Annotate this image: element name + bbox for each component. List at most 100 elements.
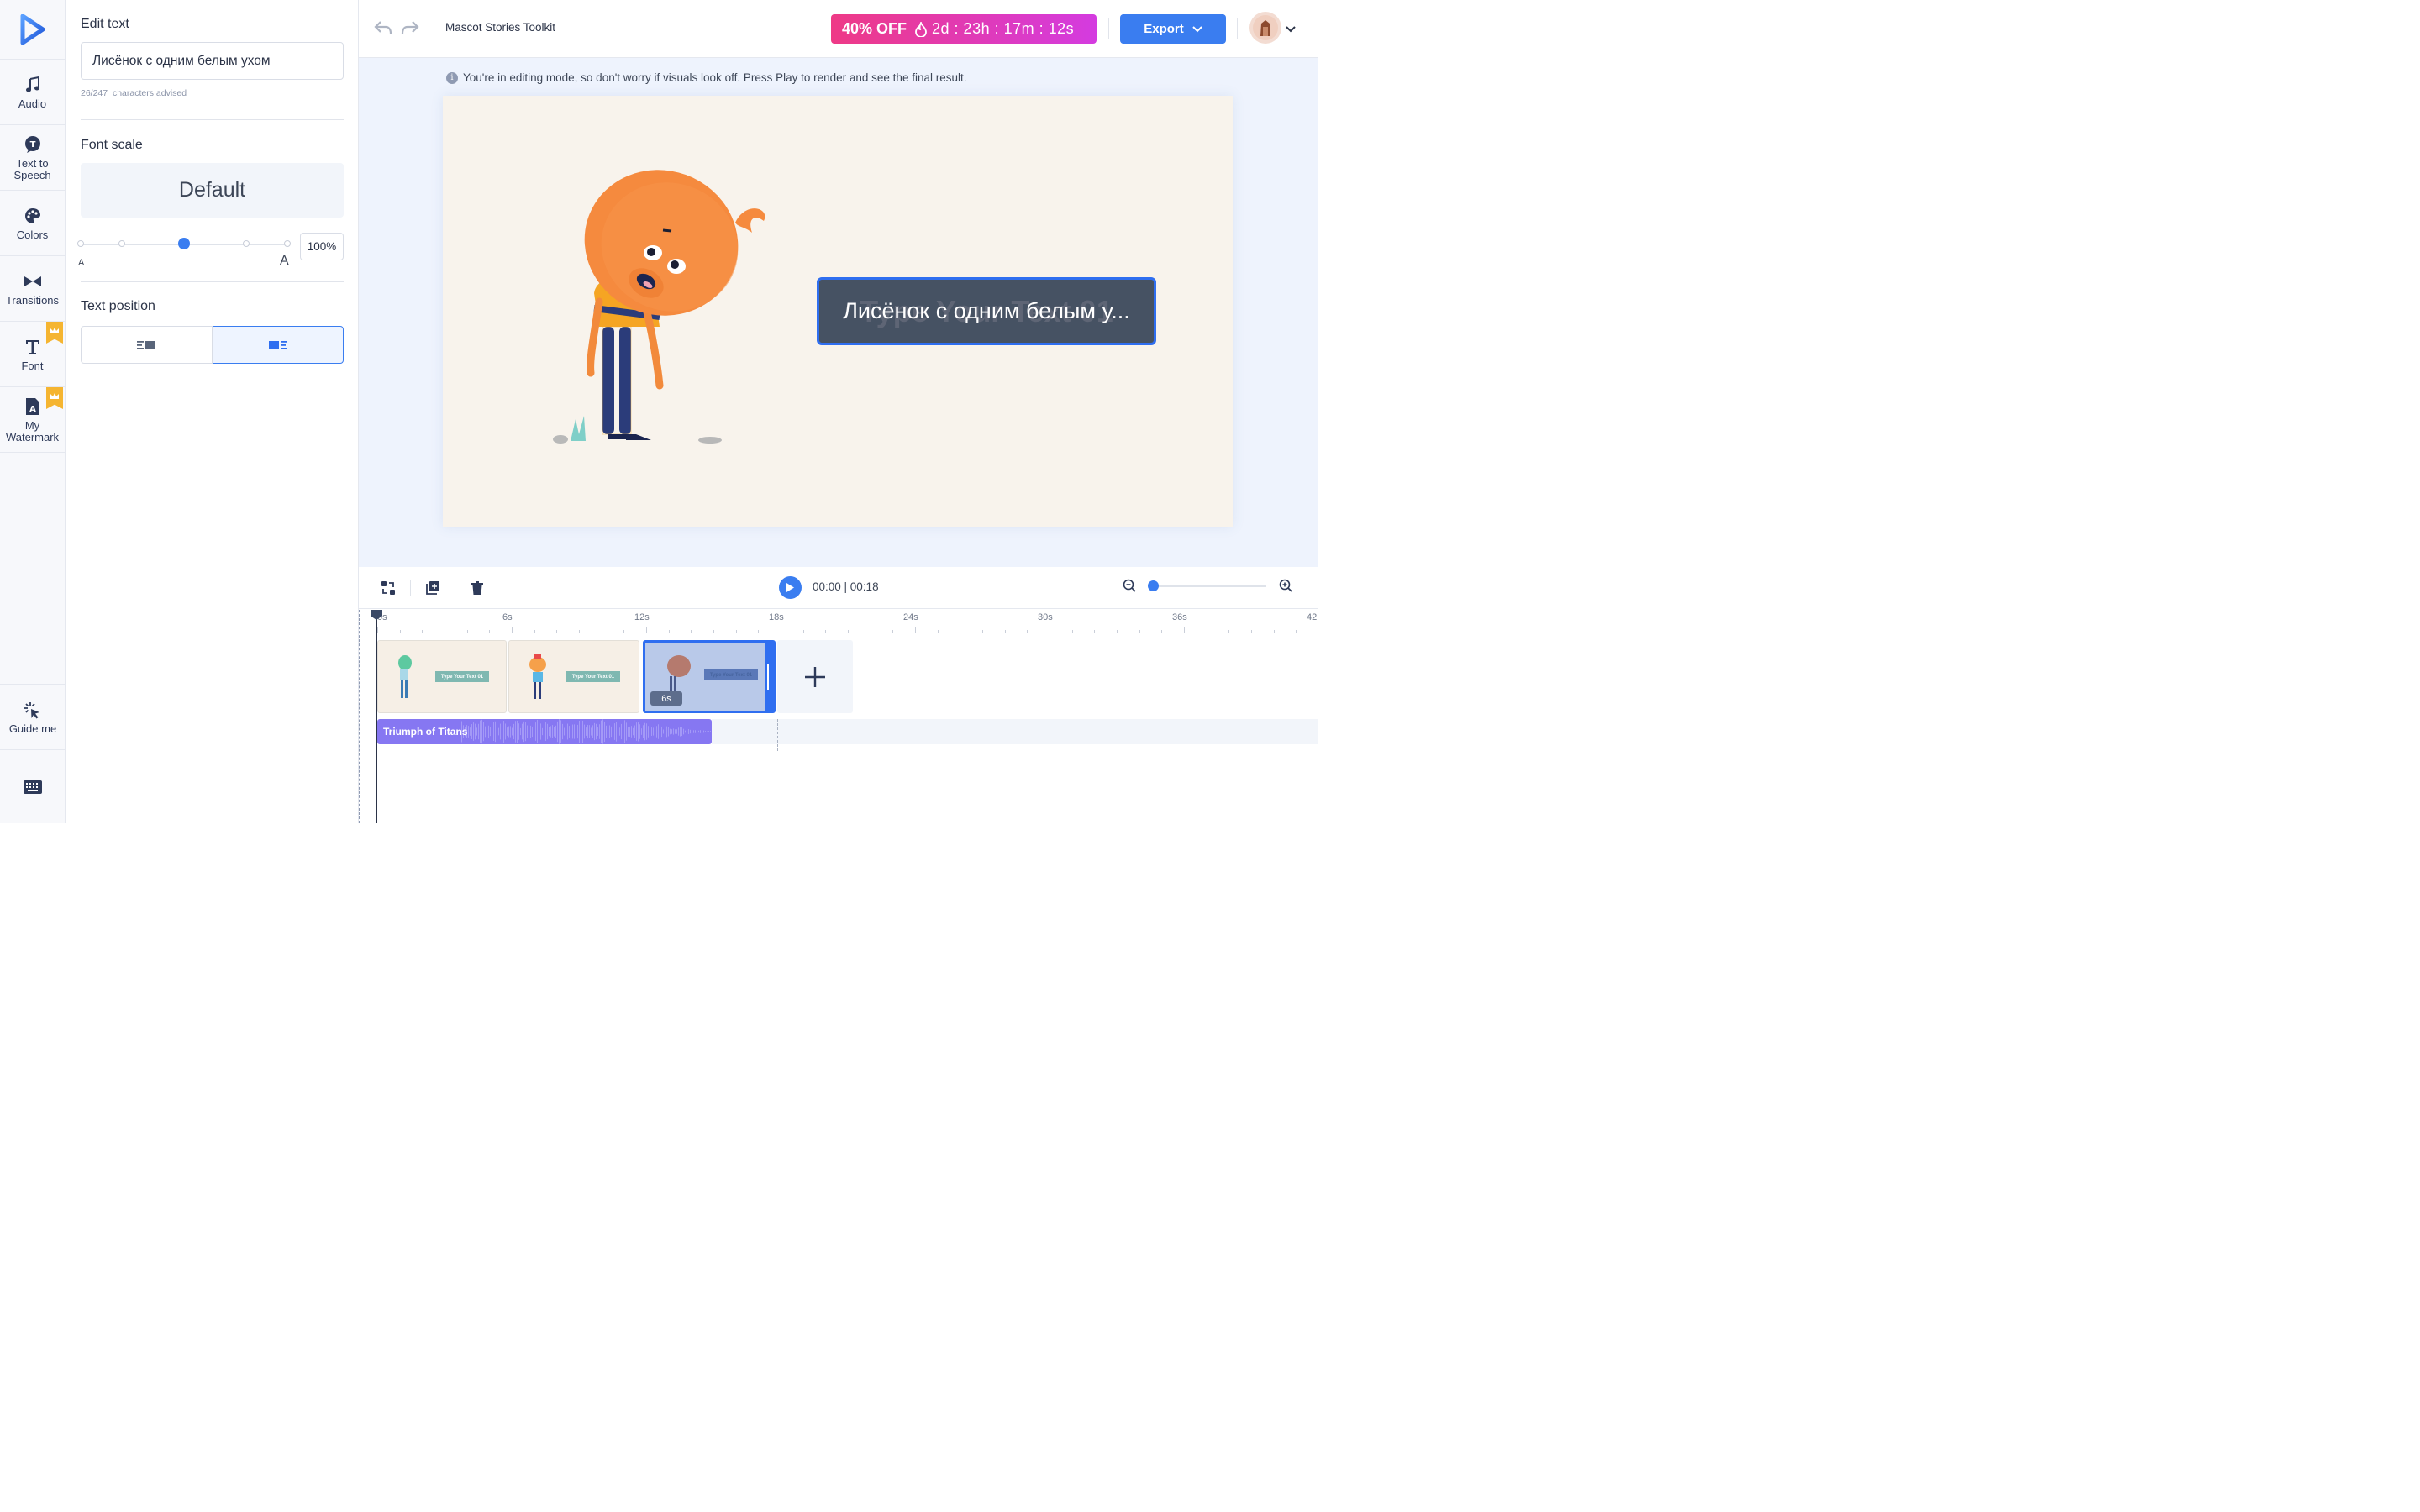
bowtie-transition-icon [24,270,42,292]
clip-thumbnail [398,655,412,698]
text-right-layout-icon [268,340,287,349]
rail-item-font[interactable]: Font [0,322,65,387]
rail-item-audio[interactable]: Audio [0,60,65,125]
rail-item-transitions[interactable]: Transitions [0,256,65,322]
promo-countdown: 2d : 23h : 17m : 12s [932,20,1075,37]
svg-text:A: A [29,405,36,414]
rail-label-text-to-speech: Text to Speech [13,157,51,181]
zoom-out-icon[interactable] [1123,579,1136,592]
app-logo[interactable] [0,0,65,60]
plus-icon [805,666,825,687]
rail-label-transitions: Transitions [5,294,60,307]
scene-clip-selected[interactable]: Type Your Text 01 6s [643,640,776,713]
zoom-in-icon[interactable] [1279,579,1292,592]
top-bar: Mascot Stories Toolkit 40% OFF 2d : 23h … [359,0,1318,58]
fire-icon [915,21,927,37]
zoom-slider[interactable] [1148,580,1266,591]
text-position-left-button[interactable] [81,326,213,364]
font-scale-heading: Font scale [81,138,143,152]
clip-thumbnail [529,654,546,699]
project-title[interactable]: Mascot Stories Toolkit [445,21,555,34]
character-count: 26/247 [81,88,108,98]
text-settings-panel: Edit text Лисёнок с одним белым ухом 26/… [66,0,359,823]
crown-icon [50,328,59,333]
clip-text-label: Type Your Text 01 [704,669,758,680]
rail-item-my-watermark[interactable]: A My Watermark [0,387,65,453]
font-scale-preset[interactable]: Default [81,163,344,218]
rail-item-text-to-speech[interactable]: T Text to Speech [0,125,65,191]
editing-mode-notice: i You're in editing mode, so don't worry… [446,71,966,84]
timeline-zoom [1123,579,1292,592]
export-label: Export [1144,22,1184,36]
zoom-slider-thumb[interactable] [1148,580,1159,591]
duplicate-scene-icon[interactable] [425,580,440,596]
font-scale-slider-row: A A 100% [77,233,344,268]
promo-discount-banner[interactable]: 40% OFF 2d : 23h : 17m : 12s [831,14,1097,44]
playhead[interactable] [376,610,377,823]
edit-text-heading: Edit text [81,17,129,31]
music-note-icon [25,74,40,96]
ruler-tick [512,627,513,633]
palette-icon [24,205,41,227]
rail-item-colors[interactable]: Colors [0,191,65,256]
play-button[interactable] [779,576,802,599]
undo-icon[interactable] [374,20,392,35]
character-hint-label: characters advised [112,88,187,98]
tool-rail: Audio T Text to Speech Colors Transition… [0,0,66,823]
clip-trim-handle[interactable] [765,643,773,711]
timeline-tracks: Type Your Text 01 Type Your Text 01 Type… [359,633,1318,823]
clip-duration-badge: 6s [650,691,682,706]
redo-icon[interactable] [401,20,419,35]
scene-text-caption[interactable]: Type Your Text 01 Лисёнок с одним белым … [817,277,1156,345]
info-icon: i [446,71,458,84]
promo-discount-label: 40% OFF [842,20,908,37]
scene-clip[interactable]: Type Your Text 01 [377,640,507,713]
user-avatar[interactable] [1249,12,1281,44]
premium-crown-badge [46,322,63,344]
font-scale-percent-input[interactable]: 100% [300,233,344,260]
text-content-input[interactable]: Лисёнок с одним белым ухом [81,42,344,80]
divider [1237,18,1238,39]
guide-me-button[interactable]: Guide me [0,684,66,749]
rail-label-my-watermark: My Watermark [5,419,60,444]
slider-tick [243,240,250,247]
slider-tick [284,240,291,247]
scale-big-label: A [280,254,289,268]
scene-canvas[interactable]: Type Your Text 01 Лисёнок с одним белым … [443,96,1233,527]
crown-icon [50,393,59,399]
rail-label-audio: Audio [18,97,47,110]
text-position-right-button[interactable] [212,326,344,364]
divider [81,119,344,120]
font-scale-slider-thumb[interactable] [178,238,190,249]
rail-label-font: Font [21,360,44,372]
cursor-click-icon [23,699,43,722]
preview-stage: i You're in editing mode, so don't worry… [359,58,1318,567]
premium-crown-badge [46,387,63,409]
trash-icon[interactable] [470,580,485,596]
divider [1108,18,1109,39]
audio-track-clip[interactable]: Triumph of Titans [377,719,712,744]
ruler-label: 12s [634,612,650,622]
timeline-ruler[interactable]: 0s 6s 12s 18s 24s 30s 36s 42 [359,610,1318,633]
play-icon [786,583,794,592]
export-button[interactable]: Export [1120,14,1226,44]
account-chevron-down-icon[interactable] [1286,26,1296,33]
text-position-toggle [81,326,344,364]
clip-text-label: Type Your Text 01 [435,671,489,682]
caption-text: Лисёнок с одним белым у... [843,298,1130,323]
slider-tick [77,240,84,247]
scene-clip[interactable]: Type Your Text 01 [508,640,639,713]
slider-tick [118,240,125,247]
audio-track-empty-area[interactable] [712,719,1318,744]
font-t-icon [24,336,41,358]
ruler-tick [377,627,378,633]
swap-scene-icon[interactable] [381,580,396,596]
keyboard-shortcuts-button[interactable] [0,749,66,823]
add-scene-button[interactable] [777,640,853,713]
ruler-tick [1184,627,1186,633]
ruler-label: 18s [769,612,784,622]
ruler-label: 42 [1307,612,1318,622]
avatar-image [1253,15,1278,40]
ruler-label: 36s [1172,612,1187,622]
font-scale-percent-value: 100% [307,240,337,253]
